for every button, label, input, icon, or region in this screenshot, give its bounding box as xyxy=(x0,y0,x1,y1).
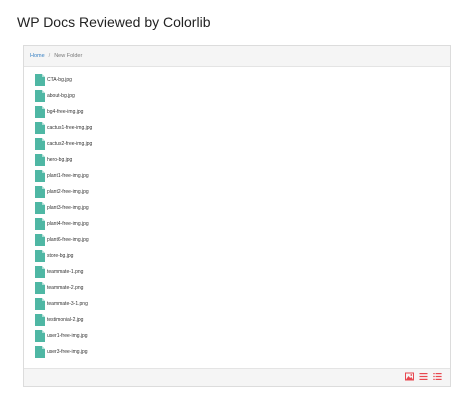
file-name: bg4-free-img.jpg xyxy=(47,109,84,115)
file-item[interactable]: teammate-1.png xyxy=(35,264,92,280)
file-name: about-bg.jpg xyxy=(47,93,75,99)
file-name: teammate-2.png xyxy=(47,285,84,291)
file-icon xyxy=(35,266,45,278)
file-icon xyxy=(35,74,45,86)
file-icon xyxy=(35,218,45,230)
file-icon xyxy=(35,90,45,102)
list-view-icon[interactable] xyxy=(419,372,428,381)
breadcrumb-home-link[interactable]: Home xyxy=(30,53,45,59)
file-item[interactable]: teammate-2.png xyxy=(35,280,92,296)
file-item[interactable]: plant1-free-img.jpg xyxy=(35,168,92,184)
file-name: CTA-bg.jpg xyxy=(47,77,72,83)
file-icon xyxy=(35,234,45,246)
file-item[interactable]: store-bg.jpg xyxy=(35,248,92,264)
file-item[interactable]: cactus1-free-img.jpg xyxy=(35,120,92,136)
file-icon xyxy=(35,202,45,214)
file-name: user3-free-img.jpg xyxy=(47,349,88,355)
breadcrumb-separator: / xyxy=(48,53,51,59)
file-list: CTA-bg.jpg about-bg.jpg bg4-free-img.jpg xyxy=(35,72,92,360)
file-name: testimonial-2.jpg xyxy=(47,317,84,323)
page-title: WP Docs Reviewed by Colorlib xyxy=(17,14,211,30)
file-icon xyxy=(35,330,45,342)
file-icon xyxy=(35,138,45,150)
file-icon xyxy=(35,122,45,134)
image-view-icon[interactable] xyxy=(405,372,414,381)
file-icon xyxy=(35,250,45,262)
file-item[interactable]: user1-free-img.jpg xyxy=(35,328,92,344)
file-item[interactable]: bg4-free-img.jpg xyxy=(35,104,92,120)
file-icon xyxy=(35,298,45,310)
file-name: teammate-3-1.png xyxy=(47,301,88,307)
file-manager-panel: Home / New Folder CTA-bg.jpg about-bg.jp… xyxy=(23,45,451,387)
file-name: plant2-free-img.jpg xyxy=(47,189,89,195)
file-item[interactable]: cactus2-free-img.jpg xyxy=(35,136,92,152)
file-icon xyxy=(35,282,45,294)
file-name: hero-bg.jpg xyxy=(47,157,73,163)
file-item[interactable]: about-bg.jpg xyxy=(35,88,92,104)
file-name: cactus1-free-img.jpg xyxy=(47,125,93,131)
file-name: teammate-1.png xyxy=(47,269,84,275)
file-item[interactable]: teammate-3-1.png xyxy=(35,296,92,312)
file-name: plant6-free-img.jpg xyxy=(47,237,89,243)
file-icon xyxy=(35,170,45,182)
file-name: plant3-free-img.jpg xyxy=(47,205,89,211)
file-item[interactable]: testimonial-2.jpg xyxy=(35,312,92,328)
breadcrumb-current-folder: New Folder xyxy=(54,53,83,59)
file-icon xyxy=(35,314,45,326)
file-name: plant4-free-img.jpg xyxy=(47,221,89,227)
file-item[interactable]: plant3-free-img.jpg xyxy=(35,200,92,216)
file-item[interactable]: CTA-bg.jpg xyxy=(35,72,92,88)
file-icon xyxy=(35,346,45,358)
file-item[interactable]: plant6-free-img.jpg xyxy=(35,232,92,248)
file-icon xyxy=(35,186,45,198)
file-name: user1-free-img.jpg xyxy=(47,333,88,339)
file-item[interactable]: plant4-free-img.jpg xyxy=(35,216,92,232)
file-icon xyxy=(35,106,45,118)
file-icon xyxy=(35,154,45,166)
file-item[interactable]: user3-free-img.jpg xyxy=(35,344,92,360)
file-item[interactable]: plant2-free-img.jpg xyxy=(35,184,92,200)
detail-list-view-icon[interactable] xyxy=(433,372,442,381)
breadcrumb: Home / New Folder xyxy=(24,46,450,67)
file-item[interactable]: hero-bg.jpg xyxy=(35,152,92,168)
file-name: plant1-free-img.jpg xyxy=(47,173,89,179)
footer-toolbar xyxy=(24,368,450,386)
file-name: cactus2-free-img.jpg xyxy=(47,141,93,147)
view-mode-buttons xyxy=(405,372,442,381)
file-name: store-bg.jpg xyxy=(47,253,74,259)
